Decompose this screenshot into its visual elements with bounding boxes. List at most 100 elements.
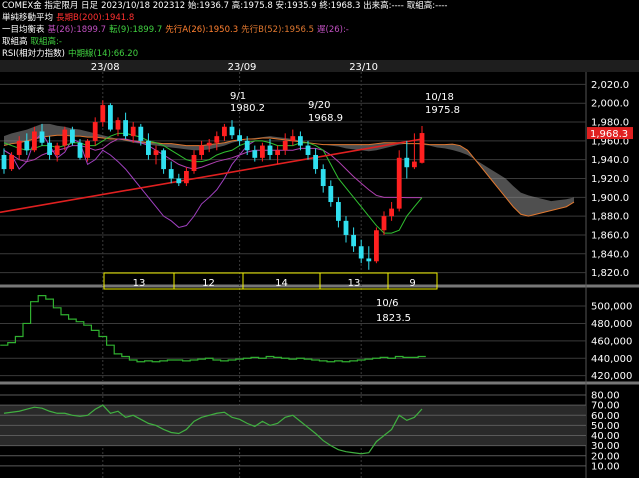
candle-down [343, 220, 349, 235]
candle-down [39, 131, 45, 143]
candle-down [358, 246, 364, 259]
candle-down [47, 142, 52, 155]
oi-info: 取組高:---- [406, 1, 448, 11]
candle-down [24, 140, 30, 151]
count-label: 12 [202, 278, 215, 289]
price-tick-label: 2,020.0 [591, 80, 629, 91]
chikou-value: 遅(26):- [317, 25, 349, 35]
annotation-price: 1968.9 [308, 113, 343, 124]
open-interest-panel [0, 295, 586, 377]
annotation-date: 9/1 [230, 91, 246, 102]
candle-down [336, 202, 341, 221]
span-a-value: 先行A(26):1950.3 [165, 25, 239, 35]
header-line-1: COMEX金 指定限月 日足 2023/10/18 202312 始:1936.7… [2, 1, 450, 11]
annotation-price: 1823.5 [376, 313, 411, 324]
candle-up [222, 126, 227, 137]
kijun-value: 基(26):1899.7 [47, 25, 107, 35]
price-tick-label: 1,920.0 [591, 174, 629, 185]
candle-down [328, 186, 334, 203]
candle-down [108, 105, 113, 130]
candle-up [206, 142, 212, 146]
candle-down [237, 135, 242, 141]
price-tick-label: 1,880.0 [591, 212, 629, 223]
candle-down [244, 140, 250, 151]
candle-up [92, 122, 98, 141]
oi-label[interactable]: 取組高 [2, 37, 28, 47]
price-tick-label: 1,980.0 [591, 118, 629, 129]
date-label: 23/10 [349, 62, 378, 73]
ma200-line [0, 138, 423, 214]
candle-down [366, 258, 372, 262]
candle-up [153, 150, 159, 155]
candle-up [374, 230, 379, 262]
candle-up [115, 120, 121, 130]
oi-tick-label: 440,000 [591, 354, 632, 365]
ichimoku-label[interactable]: 一目均衡表 [2, 25, 45, 35]
candle-up [260, 145, 265, 158]
candle-down [404, 157, 410, 168]
sma-label[interactable]: 単純移動平均 [2, 13, 53, 23]
open-interest-line [0, 295, 426, 363]
candle-up [396, 157, 402, 209]
oi-value: 取組高:- [30, 37, 62, 47]
date-label: 23/08 [91, 62, 120, 73]
candle-down [138, 126, 144, 141]
price-tick-label: 2,000.0 [591, 99, 629, 110]
candle-up [419, 133, 425, 163]
candle-up [54, 145, 60, 155]
price-chart-canvas[interactable]: 13 12 14 13 9 2,020.02,000.01,980.01,960.01,… [0, 0, 639, 478]
candle-up [191, 154, 197, 171]
candle-down [313, 154, 318, 170]
oi-tick-label: 500,000 [591, 302, 632, 313]
rsi-value: 中期線(14):66.20 [67, 49, 139, 59]
candle-up [412, 161, 417, 168]
candle-down [252, 150, 258, 158]
header-line-5: RSI(相対力指数) 中期線(14):66.20 [2, 49, 141, 59]
annotation-date: 9/20 [308, 100, 330, 111]
ichimoku-cloud [4, 123, 574, 217]
candle-up [282, 140, 288, 151]
candle-up [275, 150, 280, 155]
cloud-fill [4, 123, 574, 217]
date-label: 23/09 [228, 62, 257, 73]
oi-tick-label: 420,000 [591, 371, 632, 382]
candle-up [381, 216, 387, 231]
candle-up [184, 170, 189, 184]
header-line-2: 単純移動平均 長期B(200):1941.8 [2, 13, 137, 23]
candle-down [267, 145, 273, 155]
annotation-date: 10/6 [376, 298, 398, 309]
candle-up [100, 105, 106, 123]
price-tick-label: 1,940.0 [591, 155, 629, 166]
candle-up [32, 131, 37, 151]
candle-down [70, 129, 75, 143]
candle-up [130, 126, 136, 137]
count-label: 13 [133, 278, 146, 289]
rsi-label[interactable]: RSI(相対力指数) [2, 49, 65, 59]
candle-down [305, 145, 311, 155]
price-tick-label: 1,840.0 [591, 249, 629, 260]
oi-tick-label: 460,000 [591, 336, 632, 347]
count-label: 14 [275, 278, 288, 289]
candle-down [176, 178, 182, 184]
candle-down [123, 120, 128, 137]
candle-up [214, 136, 220, 143]
candle-down [298, 136, 303, 146]
span-b-value: 先行B(52):1956.5 [241, 25, 314, 35]
rsi-panel [0, 394, 586, 467]
candle-down [320, 169, 326, 187]
candle-down [1, 154, 7, 170]
ohlc-info: 2023/10/18 202312 始:1936.7 高:1975.8 安:19… [101, 1, 404, 11]
candle-up [389, 208, 394, 217]
candle-up [290, 136, 296, 141]
candle-down [168, 169, 174, 179]
sma200-value: 長期B(200):1941.8 [56, 13, 135, 23]
oi-tick-label: 480,000 [591, 319, 632, 330]
rsi-tick-label: 10.00 [591, 461, 620, 472]
candle-up [85, 140, 90, 158]
candle-up [16, 140, 22, 155]
count-label: 13 [348, 278, 361, 289]
instrument-title: COMEX金 指定限月 日足 [2, 1, 99, 11]
header-line-3: 一目均衡表 基(26):1899.7 転(9):1899.7 先行A(26):1950… [2, 25, 352, 35]
price-tick-label: 1,820.0 [591, 268, 629, 279]
tenkan-value: 転(9):1899.7 [109, 25, 163, 35]
